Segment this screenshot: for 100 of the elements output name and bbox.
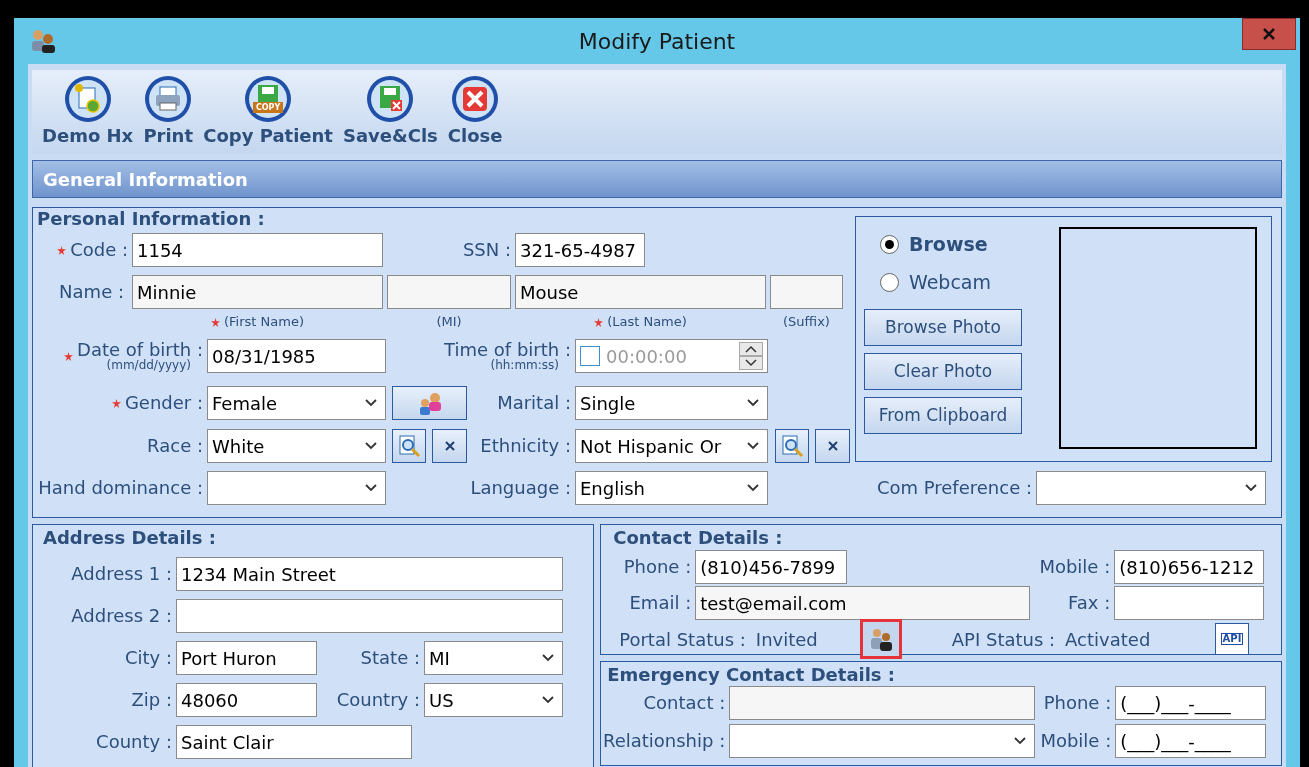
lookup-button[interactable]: [775, 429, 809, 463]
gender-picker-button[interactable]: [392, 386, 467, 420]
status-value: Invited: [755, 627, 818, 652]
dropdown-field[interactable]: [729, 724, 1036, 758]
chevron-down-icon: [365, 399, 377, 407]
close-icon: [450, 74, 501, 124]
field-label: Phone :: [1043, 694, 1112, 712]
clear-icon: [826, 440, 839, 452]
status-label: Portal Status :: [619, 627, 746, 652]
close-button[interactable]: [1242, 18, 1296, 50]
field-label: Mobile :: [1039, 558, 1111, 576]
section-header: General Information: [32, 160, 1282, 198]
input-field[interactable]: Port Huron: [176, 641, 317, 675]
field-label: City :: [124, 649, 172, 667]
patients-icon: [30, 29, 56, 53]
field-label: Zip :: [131, 691, 172, 709]
field-label: Date of birth :: [77, 341, 203, 359]
input-field[interactable]: [1114, 586, 1265, 620]
field-label: Relationship :: [602, 732, 726, 750]
name-part-hint: (First Name): [224, 313, 304, 332]
input-field[interactable]: 1154: [132, 233, 383, 267]
photo-button[interactable]: From Clipboard: [864, 397, 1022, 434]
group-title: Address Details :: [43, 527, 217, 549]
toolbar-button[interactable]: Demo Hx: [40, 74, 136, 148]
chevron-down-icon: [747, 442, 759, 450]
chevron-down-icon: [747, 484, 759, 492]
portal-button[interactable]: [859, 619, 902, 659]
input-field[interactable]: (810)456-7899: [695, 550, 848, 584]
status-value: Activated: [1065, 627, 1151, 652]
input-field[interactable]: 1234 Main Street: [176, 557, 563, 591]
field-label: County :: [96, 733, 172, 751]
field-label: Hand dominance :: [38, 479, 203, 497]
input-field[interactable]: Saint Clair: [176, 725, 412, 759]
group-title: Contact Details :: [613, 527, 784, 549]
clear-button[interactable]: [815, 429, 850, 463]
copy-label: COPY: [253, 102, 284, 113]
radio-option[interactable]: Webcam: [880, 263, 1024, 301]
chevron-down-icon: [365, 442, 377, 450]
input-field[interactable]: (___)___-____: [1115, 686, 1267, 720]
photo-button[interactable]: Clear Photo: [864, 353, 1022, 390]
input-field[interactable]: (___)___-____: [1115, 724, 1267, 758]
dropdown-field[interactable]: English: [575, 471, 768, 505]
input-field[interactable]: Mouse: [515, 275, 766, 309]
input-field[interactable]: Minnie: [132, 275, 383, 309]
dropdown-field[interactable]: MI: [424, 641, 563, 675]
toolbar-button[interactable]: Close: [445, 74, 505, 148]
spinner-icon[interactable]: [739, 342, 763, 370]
field-label: Race :: [147, 437, 203, 455]
chevron-down-icon: [365, 484, 377, 492]
field-label: Language :: [470, 479, 571, 497]
printer-icon: [143, 74, 194, 124]
toolbar-button[interactable]: Print: [141, 74, 196, 148]
search-icon: [397, 434, 421, 458]
name-part-hint: (MI): [436, 313, 462, 332]
dropdown-field[interactable]: [1036, 471, 1266, 505]
lookup-button[interactable]: [392, 429, 426, 463]
field-label: Phone :: [623, 558, 692, 576]
clear-button[interactable]: [432, 429, 467, 463]
field-label: Country :: [336, 691, 420, 709]
radio-option[interactable]: Browse: [880, 225, 1024, 263]
field-label: Mobile :: [1040, 732, 1112, 750]
chevron-down-icon: [747, 399, 759, 407]
dropdown-field[interactable]: US: [424, 683, 563, 717]
chevron-down-icon: [542, 654, 554, 662]
api-button[interactable]: API: [1215, 623, 1249, 655]
name-part-hint: (Last Name): [607, 313, 687, 332]
toolbar-button[interactable]: Save&Cls: [340, 74, 440, 148]
input-field[interactable]: [729, 686, 1036, 720]
input-field[interactable]: [176, 599, 563, 633]
search-icon: [780, 434, 804, 458]
dropdown-field[interactable]: White: [207, 429, 386, 463]
input-field[interactable]: 08/31/1985: [207, 339, 386, 373]
field-label: Marital :: [497, 394, 571, 412]
dropdown-field[interactable]: Single: [575, 386, 768, 420]
chevron-down-icon: [1245, 484, 1257, 492]
field-label: SSN :: [462, 241, 511, 259]
chevron-down-icon: [1014, 737, 1027, 745]
field-label: State :: [360, 649, 420, 667]
photo-button[interactable]: Browse Photo: [864, 309, 1022, 346]
status-label: API Status :: [951, 627, 1056, 652]
input-field[interactable]: (810)656-1212: [1114, 550, 1265, 584]
input-field[interactable]: [387, 275, 511, 309]
dropdown-field[interactable]: Female: [207, 386, 386, 420]
format-hint: (mm/dd/yyyy): [106, 359, 191, 371]
input-field[interactable]: [770, 275, 843, 309]
field-label: Fax :: [1068, 594, 1111, 612]
name-part-hint: (Suffix): [783, 313, 830, 332]
field-label: Name :: [59, 283, 124, 301]
dropdown-field[interactable]: [207, 471, 386, 505]
dropdown-field[interactable]: Not Hispanic Or: [575, 429, 768, 463]
group-title: Emergency Contact Details :: [607, 664, 897, 686]
field-label: Gender :: [124, 394, 203, 412]
toolbar-button[interactable]: COPY Copy Patient: [201, 74, 335, 148]
field-label: Ethnicity :: [480, 437, 571, 455]
input-field[interactable]: test@email.com: [695, 586, 1031, 620]
input-field[interactable]: 48060: [176, 683, 317, 717]
field-label: Com Preference :: [876, 479, 1032, 497]
input-field[interactable]: 321-65-4987: [515, 233, 645, 267]
field-label: Contact :: [643, 694, 726, 712]
time-value: 00:00:00: [606, 344, 687, 369]
